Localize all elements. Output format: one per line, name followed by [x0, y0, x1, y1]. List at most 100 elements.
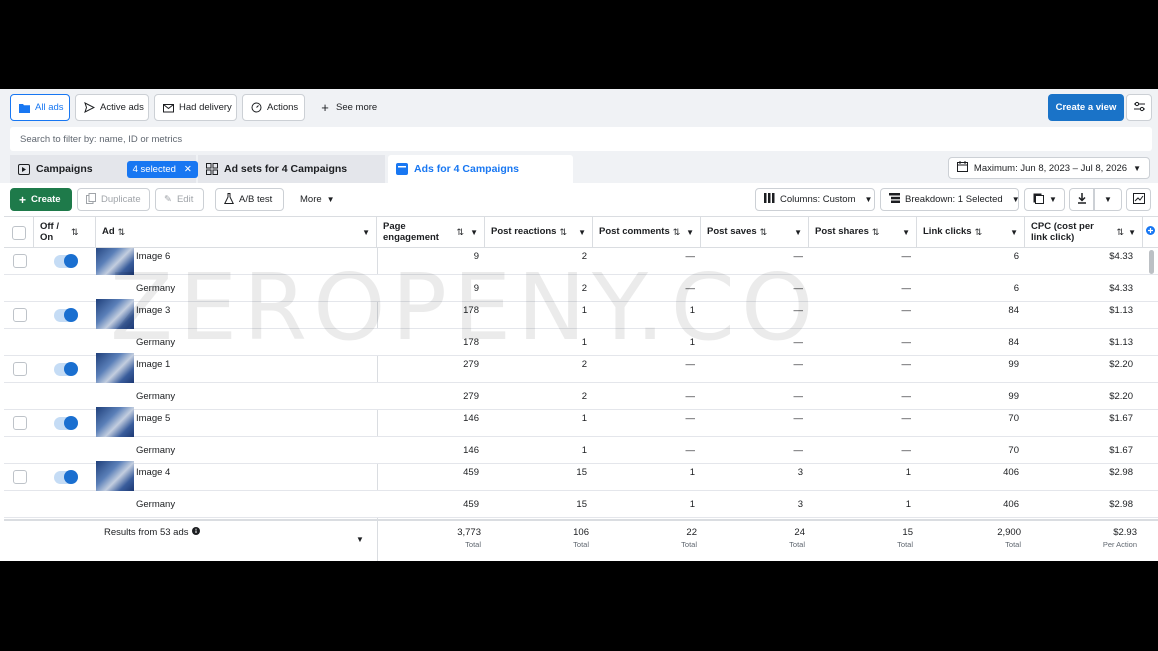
- col-post-shares[interactable]: Post shares ⇅ ▼: [809, 217, 917, 248]
- col-ad-label: Ad: [102, 226, 115, 238]
- total-label: Total: [789, 540, 805, 549]
- chevron-down-icon[interactable]: ▼: [356, 535, 364, 544]
- table-footer: Results from 53 ads ▼ 3,773 Total 106 Tota…: [4, 519, 1158, 561]
- add-column-button[interactable]: [1143, 217, 1158, 248]
- table-row[interactable]: Image 6 9 2 — — — 6 $4.33: [4, 248, 1158, 278]
- chevron-down-icon[interactable]: ▼: [362, 228, 370, 237]
- col-link-clicks[interactable]: Link clicks ⇅ ▼: [917, 217, 1025, 248]
- table-row[interactable]: Image 4 459 15 1 3 1 406 $2.98: [4, 461, 1158, 494]
- tab-had-delivery[interactable]: Had delivery: [154, 94, 237, 121]
- create-view-button[interactable]: Create a view: [1048, 94, 1124, 121]
- metric-cell: —: [793, 412, 804, 424]
- col-post-comments[interactable]: Post comments ⇅ ▼: [593, 217, 701, 248]
- selected-badge[interactable]: 4 selected ✕: [126, 160, 198, 178]
- sort-icon[interactable]: ⇅: [118, 227, 126, 237]
- more-label: More: [300, 194, 322, 205]
- tab-ads[interactable]: Ads for 4 Campaigns: [388, 155, 573, 183]
- metric-cell: 6: [1013, 250, 1019, 262]
- ad-thumbnail[interactable]: [96, 407, 134, 440]
- edit-button[interactable]: ✎ Edit: [155, 188, 204, 211]
- ad-thumbnail[interactable]: [96, 299, 134, 332]
- col-cpc[interactable]: CPC (cost per link click) ⇅ ▼: [1025, 217, 1143, 248]
- chevron-down-icon[interactable]: ▼: [686, 228, 694, 237]
- toolbar: + Create Duplicate ✎ Edit A/B test More …: [0, 184, 1158, 216]
- metric-cell: 84: [1008, 304, 1019, 316]
- breakdown-button[interactable]: Breakdown: 1 Selected ▼: [880, 188, 1020, 211]
- ad-status-toggle[interactable]: [54, 307, 78, 322]
- chart-toggle-button[interactable]: [1126, 188, 1151, 211]
- select-all-checkbox[interactable]: [11, 225, 26, 240]
- ad-status-toggle[interactable]: [54, 469, 78, 484]
- chevron-down-icon[interactable]: ▼: [1010, 228, 1018, 237]
- reports-button[interactable]: ▼: [1024, 188, 1065, 211]
- col-ad[interactable]: Ad ⇅ ▼: [96, 217, 377, 248]
- search-input[interactable]: Search to filter by: name, ID or metrics: [10, 127, 1152, 151]
- ad-status-toggle[interactable]: [54, 253, 78, 268]
- breakdown-row[interactable]: Germany 459 15 1 3 1 406 $2.98: [4, 491, 1158, 518]
- ad-name[interactable]: Image 6: [136, 248, 170, 269]
- vertical-scrollbar[interactable]: [1149, 250, 1154, 274]
- table-row[interactable]: Image 5 146 1 — — — 70 $1.67: [4, 407, 1158, 440]
- ad-name[interactable]: Image 4: [136, 459, 170, 485]
- more-button[interactable]: More ▼: [292, 188, 343, 211]
- metric-cell: 1: [689, 304, 695, 316]
- chevron-down-icon[interactable]: ▼: [470, 228, 478, 237]
- col-off-on[interactable]: Off / On ⇅: [34, 217, 96, 248]
- metric-cell: $2.20: [1109, 358, 1133, 370]
- sort-icon[interactable]: ⇅: [1116, 227, 1124, 237]
- chevron-down-icon[interactable]: ▼: [1128, 228, 1136, 237]
- sort-icon[interactable]: ⇅: [975, 227, 983, 237]
- ads-manager: All ads Active ads Had delivery Actions …: [0, 89, 1158, 561]
- sort-icon[interactable]: ⇅: [760, 227, 768, 237]
- tab-campaigns[interactable]: Campaigns 4 selected ✕: [10, 155, 198, 183]
- chevron-down-icon[interactable]: ▼: [578, 228, 586, 237]
- ad-name[interactable]: Image 5: [136, 405, 170, 431]
- chevron-down-icon[interactable]: ▼: [902, 228, 910, 237]
- col-page-engagement[interactable]: Page engagement ⇅ ▼: [377, 217, 485, 248]
- create-button[interactable]: + Create: [10, 188, 72, 211]
- metric-cell: 2: [581, 250, 587, 262]
- columns-label: Columns: Custom: [780, 194, 856, 205]
- export-button[interactable]: [1069, 188, 1094, 211]
- table-row[interactable]: Image 1 279 2 — — — 99 $2.20: [4, 353, 1158, 386]
- tab-active-ads[interactable]: Active ads: [75, 94, 149, 121]
- see-more-label: See more: [336, 102, 378, 113]
- table-row[interactable]: Image 3 178 1 1 — — 84 $1.13: [4, 299, 1158, 332]
- date-range-picker[interactable]: Maximum: Jun 8, 2023 – Jul 8, 2026 ▼: [947, 157, 1150, 179]
- row-checkbox[interactable]: [13, 416, 27, 430]
- ad-name[interactable]: Image 3: [136, 297, 170, 323]
- tab-all-ads-label: All ads: [35, 102, 64, 113]
- ab-test-button[interactable]: A/B test: [215, 188, 284, 211]
- metric-cell: 70: [1008, 412, 1019, 424]
- customize-button[interactable]: [1126, 94, 1152, 121]
- ad-status-toggle[interactable]: [54, 415, 78, 430]
- sort-icon[interactable]: ⇅: [673, 227, 681, 237]
- col-post-saves[interactable]: Post saves ⇅ ▼: [701, 217, 809, 248]
- tab-actions[interactable]: Actions: [242, 94, 305, 121]
- row-checkbox[interactable]: [13, 308, 27, 322]
- see-more-button[interactable]: + See more: [311, 94, 385, 121]
- ad-thumbnail[interactable]: [96, 353, 134, 386]
- sort-icon[interactable]: ⇅: [559, 227, 567, 237]
- ad-thumbnail[interactable]: [96, 461, 134, 494]
- col-post-reactions[interactable]: Post reactions ⇅ ▼: [485, 217, 593, 248]
- sort-icon[interactable]: ⇅: [456, 227, 464, 237]
- duplicate-button[interactable]: Duplicate: [77, 188, 150, 211]
- chevron-down-icon[interactable]: ▼: [794, 228, 802, 237]
- export-menu-button[interactable]: ▼: [1094, 188, 1122, 211]
- row-checkbox[interactable]: [13, 254, 27, 268]
- tab-all-ads[interactable]: All ads: [10, 94, 70, 121]
- ad-name[interactable]: Image 1: [136, 351, 170, 377]
- row-checkbox[interactable]: [13, 470, 27, 484]
- total-link-clicks: 2,900 Total: [917, 527, 1021, 549]
- sort-icon[interactable]: ⇅: [71, 227, 79, 237]
- row-checkbox[interactable]: [13, 362, 27, 376]
- columns-button[interactable]: Columns: Custom ▼: [755, 188, 875, 211]
- tab-adsets[interactable]: Ad sets for 4 Campaigns: [198, 155, 385, 183]
- ad-status-toggle[interactable]: [54, 361, 78, 376]
- breakdown-label: Breakdown: 1 Selected: [905, 194, 1003, 205]
- ad-thumbnail[interactable]: [96, 248, 134, 278]
- sort-icon[interactable]: ⇅: [872, 227, 880, 237]
- close-icon[interactable]: ✕: [184, 164, 192, 175]
- info-icon[interactable]: [192, 527, 201, 538]
